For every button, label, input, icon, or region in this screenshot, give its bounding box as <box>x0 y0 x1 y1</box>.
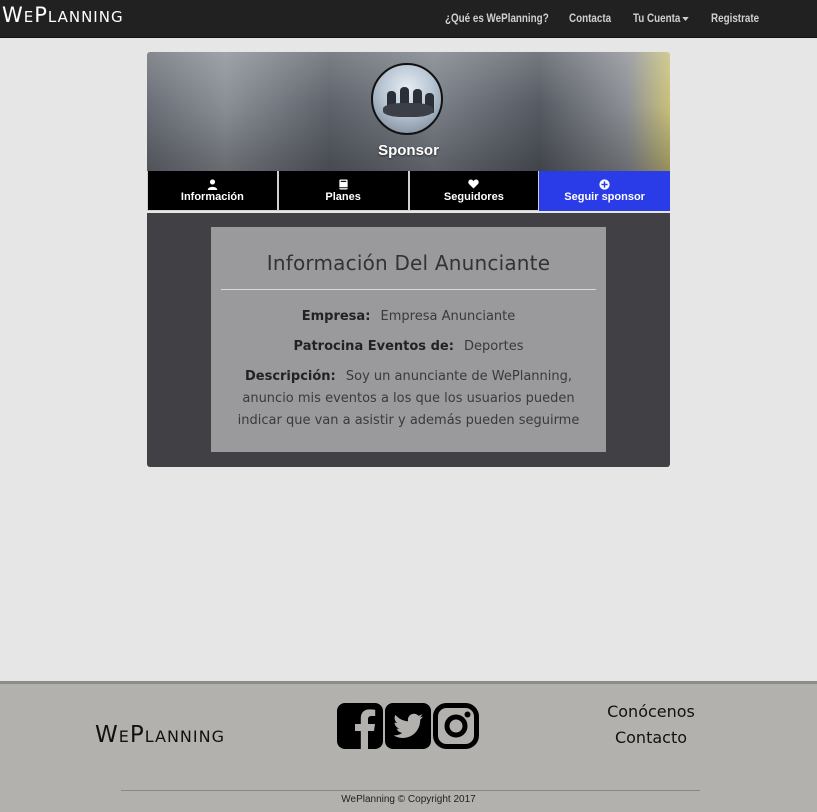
copyright-text: WePlanning © Copyright 2017 <box>341 794 476 805</box>
company-row: Empresa: Empresa Anunciante <box>221 306 596 328</box>
tab-followers[interactable]: Seguidores <box>408 171 540 211</box>
info-panel: Información Del Anunciante Empresa: Empr… <box>147 213 670 467</box>
tab-followers-label: Seguidores <box>443 191 504 203</box>
tab-info[interactable]: Información <box>147 171 278 211</box>
brand-logo[interactable]: WePlanning <box>2 3 124 27</box>
company-label: Empresa: <box>301 309 371 324</box>
company-value: Empresa Anunciante <box>380 309 516 324</box>
nav-link-about[interactable]: ¿Qué es WePlanning? <box>445 11 549 25</box>
sponsors-label: Patrocina Eventos de: <box>293 339 454 354</box>
tab-info-label: Información <box>180 191 244 203</box>
follow-sponsor-button[interactable]: Seguir sponsor <box>539 171 670 211</box>
card-title: Información Del Anunciante <box>266 251 551 275</box>
heart-icon <box>468 178 480 190</box>
footer-link-contact[interactable]: Contacto <box>600 728 702 747</box>
description-label: Descripción: <box>244 369 336 384</box>
caret-down-icon <box>682 16 689 21</box>
facebook-icon[interactable] <box>337 703 383 749</box>
follow-sponsor-label: Seguir sponsor <box>564 191 645 203</box>
profile-tabs: Información Planes Seguidores Seguir spo… <box>147 171 670 211</box>
avatar <box>371 63 443 135</box>
avatar-table <box>383 103 433 117</box>
description-row: Descripción: Soy un anunciante de WePlan… <box>221 366 596 432</box>
sponsors-row: Patrocina Eventos de: Deportes <box>221 336 596 358</box>
profile-cover: Sponsor <box>147 52 670 171</box>
footer-divider <box>121 790 700 791</box>
footer-link-about[interactable]: Conócenos <box>600 702 702 721</box>
twitter-icon[interactable] <box>385 703 431 749</box>
card-divider <box>221 289 596 290</box>
footer-brand: WePlanning <box>95 722 225 748</box>
sponsors-value: Deportes <box>464 339 524 354</box>
tab-plans-label: Planes <box>325 191 361 203</box>
user-icon <box>207 178 218 190</box>
instagram-icon[interactable] <box>433 703 479 749</box>
advertiser-info-card: Información Del Anunciante Empresa: Empr… <box>211 227 606 452</box>
nav-dropdown-account-label: Tu Cuenta <box>633 11 681 25</box>
footer: WePlanning Conócenos Contacto WePlanning… <box>0 681 817 812</box>
tab-plans[interactable]: Planes <box>277 171 409 211</box>
nav-link-register[interactable]: Registrate <box>711 11 759 25</box>
nav-link-contact[interactable]: Contacta <box>569 11 611 25</box>
profile-role-title: Sponsor <box>378 142 439 159</box>
plus-circle-icon <box>599 178 610 190</box>
book-icon <box>338 178 349 190</box>
nav-dropdown-account[interactable]: Tu Cuenta <box>633 11 689 25</box>
top-navbar: WePlanning ¿Qué es WePlanning? Contacta … <box>0 0 817 38</box>
